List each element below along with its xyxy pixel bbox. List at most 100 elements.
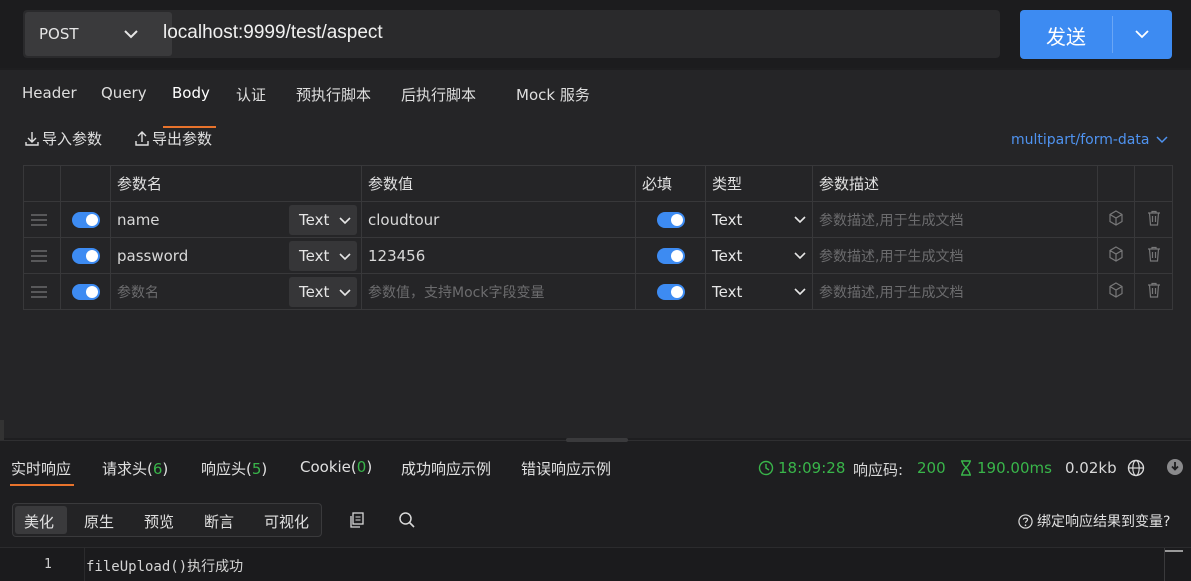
copy-icon[interactable]	[348, 511, 366, 529]
time-value: 18:09:28	[778, 459, 846, 477]
gutter-divider	[84, 548, 85, 581]
response-panel: 实时响应 请求头(6) 响应头(5) Cookie(0) 成功响应示例 错误响应…	[0, 438, 1191, 581]
response-duration: 190.00ms	[959, 459, 1052, 477]
close-paren: )	[261, 460, 268, 478]
chevron-down-icon	[124, 30, 138, 39]
param-desc-input[interactable]: 参数描述,用于生成文档	[819, 249, 963, 265]
param-desc-input[interactable]: 参数描述,用于生成文档	[819, 285, 963, 301]
param-name-input[interactable]: 参数名	[117, 285, 159, 301]
tab-mock[interactable]: Mock 服务	[516, 84, 590, 105]
download-response-icon[interactable]	[1166, 458, 1184, 476]
import-params-button[interactable]: 导入参数	[24, 128, 102, 149]
tab-response-headers[interactable]: 响应头(5)	[201, 458, 267, 479]
import-label: 导入参数	[42, 130, 103, 148]
response-size: 0.02kb	[1065, 459, 1117, 477]
param-type-select[interactable]: Text	[712, 211, 742, 229]
tab-post-script[interactable]: 后执行脚本	[401, 84, 476, 105]
param-name-type-label: Text	[299, 247, 330, 265]
tab-error-example[interactable]: 错误响应示例	[521, 458, 611, 479]
bind-response-variable-link[interactable]: 绑定响应结果到变量?	[1018, 511, 1170, 531]
url-input[interactable]: localhost:9999/test/aspect	[163, 22, 383, 44]
drag-handle-icon[interactable]	[30, 213, 48, 227]
required-toggle[interactable]	[656, 248, 685, 264]
param-type-select[interactable]: Text	[712, 283, 742, 301]
code-line: fileUpload()执行成功	[86, 559, 244, 575]
param-value[interactable]: cloudtour	[361, 201, 636, 238]
view-mode-pretty[interactable]: 美化	[24, 511, 54, 532]
search-icon[interactable]	[398, 511, 416, 529]
tab-realtime-response[interactable]: 实时响应	[11, 458, 71, 479]
resize-handle[interactable]	[566, 438, 628, 442]
upload-icon	[135, 131, 149, 146]
header-param-value: 参数值	[361, 165, 636, 202]
trash-icon[interactable]	[1146, 282, 1162, 298]
drag-handle-icon[interactable]	[30, 285, 48, 299]
tab-query[interactable]: Query	[101, 84, 147, 102]
cube-icon[interactable]	[1108, 281, 1124, 298]
view-mode-visualize[interactable]: 可视化	[264, 511, 309, 532]
param-name-type-select[interactable]: Text	[289, 205, 357, 235]
tab-cookie[interactable]: Cookie(0)	[300, 458, 372, 476]
row-enabled-toggle[interactable]	[71, 248, 100, 264]
row-enabled-toggle[interactable]	[71, 284, 100, 300]
chevron-down-icon	[1156, 136, 1168, 144]
tab-auth[interactable]: 认证	[236, 84, 266, 105]
close-paren: )	[366, 458, 373, 476]
param-value[interactable]: 123456	[361, 237, 636, 274]
required-toggle[interactable]	[656, 284, 685, 300]
param-name[interactable]: name	[117, 211, 160, 229]
view-mode-assert[interactable]: 断言	[204, 511, 234, 532]
editor-minimap[interactable]	[1164, 548, 1183, 581]
drag-handle-icon[interactable]	[30, 249, 48, 263]
cookie-label: Cookie(	[300, 458, 357, 476]
send-button[interactable]: 发送	[1020, 10, 1172, 59]
tab-header[interactable]: Header	[22, 84, 77, 102]
cube-icon[interactable]	[1108, 209, 1124, 226]
table-row: password Text 123456 Text 参数描述,用于生成文档	[23, 237, 1173, 274]
chevron-down-icon	[794, 288, 806, 296]
chevron-down-icon	[339, 253, 351, 261]
hourglass-icon	[961, 460, 971, 476]
param-desc-input[interactable]: 参数描述,用于生成文档	[819, 213, 963, 229]
param-name-type-select[interactable]: Text	[289, 277, 357, 307]
content-type-select[interactable]: multipart/form-data	[1011, 132, 1169, 148]
tab-request-headers[interactable]: 请求头(6)	[102, 458, 168, 479]
globe-icon[interactable]	[1127, 459, 1145, 477]
resp-headers-count: 5	[251, 460, 262, 478]
cube-icon[interactable]	[1108, 245, 1124, 262]
req-headers-count: 6	[152, 460, 163, 478]
request-panel: Header Query Body 认证 预执行脚本 后执行脚本 Mock 服务…	[0, 70, 1191, 476]
view-mode-preview[interactable]: 预览	[144, 511, 174, 532]
send-divider	[1112, 16, 1113, 53]
header-type: 类型	[705, 165, 813, 202]
param-name-type-label: Text	[299, 283, 330, 301]
trash-icon[interactable]	[1146, 246, 1162, 262]
chevron-down-icon	[339, 289, 351, 297]
resp-headers-label: 响应头(	[201, 460, 252, 478]
tab-success-example[interactable]: 成功响应示例	[401, 458, 491, 479]
tab-body[interactable]: Body	[172, 84, 210, 102]
duration-value: 190.00ms	[977, 459, 1052, 477]
param-value-input[interactable]: 参数值，支持Mock字段变量	[368, 285, 544, 301]
help-circle-icon	[1018, 514, 1033, 529]
view-mode-raw[interactable]: 原生	[84, 511, 114, 532]
param-type-select[interactable]: Text	[712, 247, 742, 265]
view-mode-segmented: 美化 原生 预览 断言 可视化	[12, 503, 322, 537]
status-code: 200	[917, 459, 946, 477]
table-row: 参数名 Text 参数值，支持Mock字段变量 Text 参数描述,用于生成文档	[23, 273, 1173, 310]
cookie-count: 0	[356, 458, 367, 476]
url-box: POST localhost:9999/test/aspect	[23, 10, 1000, 58]
header-desc: 参数描述	[812, 165, 1098, 202]
export-params-button[interactable]: 导出参数	[134, 128, 212, 149]
status-label: 响应码:	[853, 461, 904, 479]
send-dropdown-chevron-icon[interactable]	[1132, 24, 1152, 44]
param-name[interactable]: password	[117, 247, 188, 265]
response-code-editor[interactable]: 1 fileUpload()执行成功	[0, 547, 1191, 581]
tab-pre-script[interactable]: 预执行脚本	[296, 84, 371, 105]
table-row: name Text cloudtour Text 参数描述,用于生成文档	[23, 201, 1173, 238]
required-toggle[interactable]	[656, 212, 685, 228]
method-select[interactable]: POST	[25, 12, 172, 56]
param-name-type-select[interactable]: Text	[289, 241, 357, 271]
row-enabled-toggle[interactable]	[71, 212, 100, 228]
trash-icon[interactable]	[1146, 210, 1162, 226]
